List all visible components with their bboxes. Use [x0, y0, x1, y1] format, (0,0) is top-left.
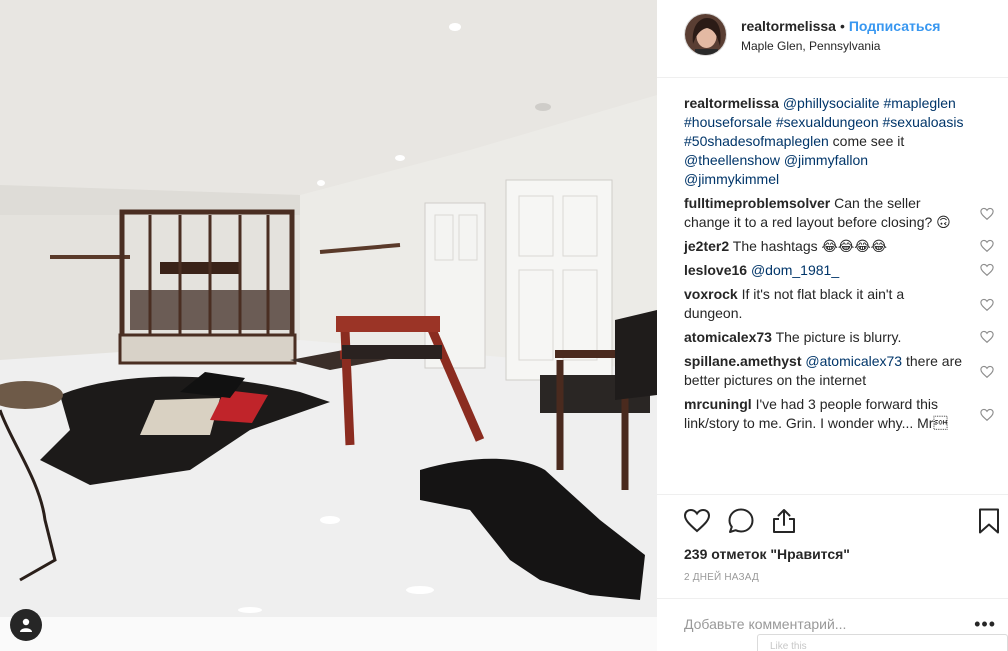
share-icon[interactable]: [770, 507, 798, 535]
comment-input[interactable]: Добавьте комментарий...: [684, 616, 846, 632]
caption-link[interactable]: #sexualdungeon: [776, 114, 879, 130]
comment-author[interactable]: voxrock: [684, 286, 738, 302]
post-side-panel: realtormelissa • Подписаться Maple Glen, P…: [657, 0, 1008, 651]
caption-link[interactable]: @theellenshow: [684, 152, 780, 168]
comment-item: atomicalex73 The picture is blurry.: [684, 328, 994, 347]
caption-link[interactable]: @jimmykimmel: [684, 171, 779, 187]
comment-item: fulltimeproblemsolver Can the seller cha…: [684, 194, 994, 232]
heart-icon[interactable]: [980, 330, 994, 344]
avatar[interactable]: [684, 13, 727, 56]
comment-item: voxrock If it's not flat black it ain't …: [684, 285, 994, 323]
caption-link[interactable]: #sexualoasis: [883, 114, 964, 130]
heart-icon[interactable]: [980, 263, 994, 277]
comment-author[interactable]: je2ter2: [684, 238, 729, 254]
instagram-post-modal: realtormelissa • Подписаться Maple Glen, P…: [0, 0, 1008, 651]
separator-dot: •: [839, 18, 845, 34]
comments-list: realtormelissa @phillysocialite #maplegl…: [684, 94, 994, 438]
comment-author[interactable]: atomicalex73: [684, 329, 772, 345]
caption-link[interactable]: #houseforsale: [684, 114, 772, 130]
username-link[interactable]: realtormelissa: [741, 18, 836, 34]
comment-author[interactable]: leslove16: [684, 262, 747, 278]
follow-button[interactable]: Подписаться: [849, 18, 941, 34]
comment-item: mrcuningl I've had 3 people forward this…: [684, 395, 994, 433]
comment-item: spillane.amethyst @atomicalex73 there ar…: [684, 352, 994, 390]
post-header-line: realtormelissa • Подписаться: [741, 18, 940, 34]
popup-hint: Like this: [770, 641, 807, 651]
caption-link[interactable]: #mapleglen: [883, 95, 955, 111]
location-link[interactable]: Maple Glen, Pennsylvania: [741, 39, 880, 53]
heart-icon[interactable]: [980, 298, 994, 312]
heart-icon[interactable]: [683, 507, 711, 535]
comment-author[interactable]: spillane.amethyst: [684, 353, 802, 369]
comment-author[interactable]: fulltimeproblemsolver: [684, 195, 830, 211]
heart-icon[interactable]: [980, 365, 994, 379]
action-bar: [657, 494, 1008, 549]
heart-icon[interactable]: [980, 239, 994, 253]
bookmark-icon[interactable]: [975, 507, 1003, 535]
comment-text: The hashtags 😂😂😂😂: [732, 238, 887, 254]
photo-footer-strip: [0, 617, 657, 651]
comment-item: leslove16 @dom_1981_: [684, 261, 994, 280]
add-comment-bar: Добавьте комментарий... ••• Like this: [657, 598, 1008, 651]
popup-menu-edge: Like this: [757, 634, 1008, 651]
comment-icon[interactable]: [727, 507, 755, 535]
post-photo[interactable]: [0, 0, 657, 617]
caption-text-part: come see it: [828, 133, 905, 149]
comment-text: The picture is blurry.: [775, 329, 902, 345]
comment-mention[interactable]: @dom_1981_: [751, 262, 839, 278]
room-photo-illustration: [0, 0, 657, 617]
user-icon[interactable]: [10, 609, 42, 641]
likes-count[interactable]: 239 отметок "Нравится": [684, 546, 850, 562]
post-header: realtormelissa • Подписаться Maple Glen, P…: [657, 0, 1008, 78]
caption-link[interactable]: @phillysocialite: [783, 95, 880, 111]
heart-icon[interactable]: [980, 207, 994, 221]
caption: realtormelissa @phillysocialite #maplegl…: [684, 94, 994, 189]
more-options-icon[interactable]: •••: [974, 614, 996, 635]
comment-author[interactable]: mrcuningl: [684, 396, 752, 412]
comment-mention[interactable]: @atomicalex73: [805, 353, 902, 369]
caption-link[interactable]: @jimmyfallon: [784, 152, 868, 168]
caption-link[interactable]: #50shadesofmapleglen: [684, 133, 829, 149]
post-timestamp[interactable]: 2 дней назад: [684, 572, 759, 583]
caption-author[interactable]: realtormelissa: [684, 95, 779, 111]
comment-item: je2ter2 The hashtags 😂😂😂😂: [684, 237, 994, 256]
heart-icon[interactable]: [980, 408, 994, 422]
